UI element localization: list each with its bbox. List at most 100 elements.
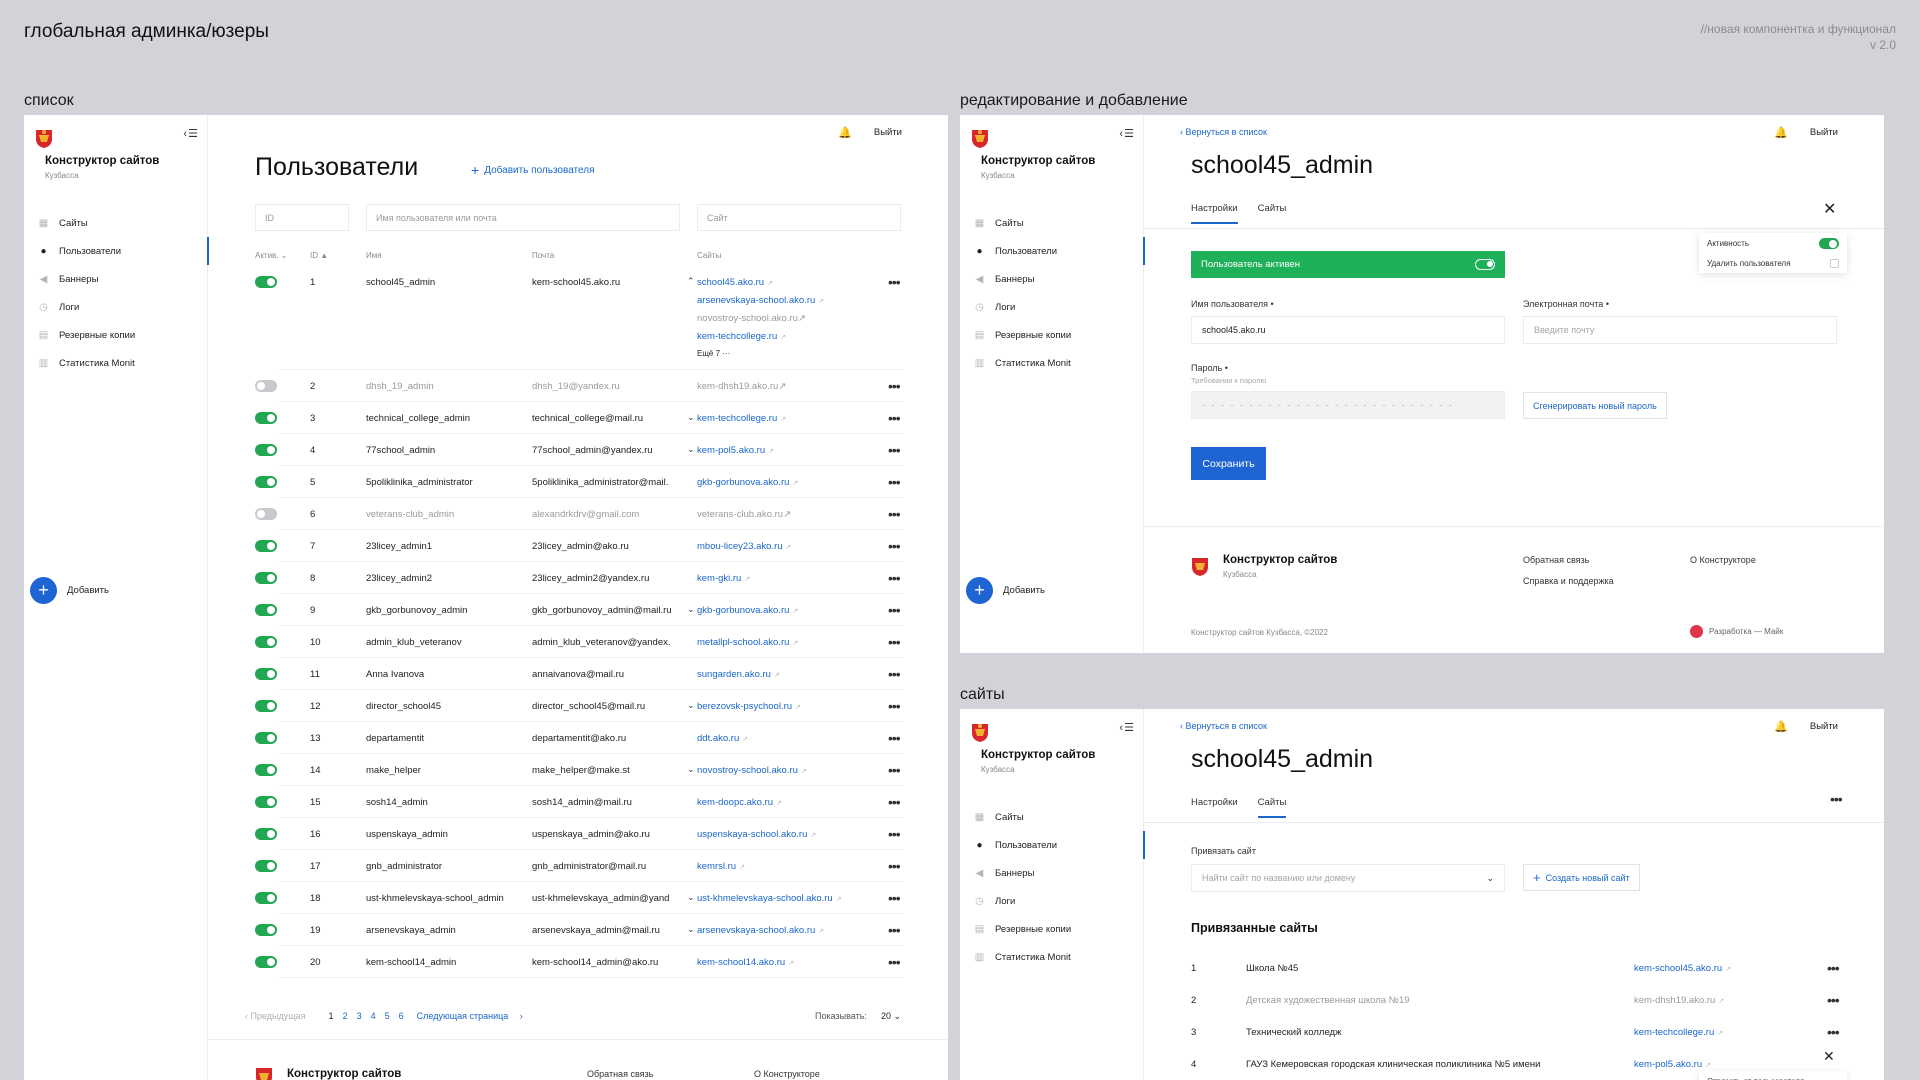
active-toggle[interactable] bbox=[255, 636, 277, 648]
active-toggle[interactable] bbox=[255, 444, 277, 456]
sidebar-item-users[interactable]: ● Пользователи bbox=[960, 831, 1145, 859]
footer-feedback-link[interactable]: Обратная связь bbox=[587, 1069, 653, 1079]
user-site-link[interactable]: novostroy-school.ako.ru↗ bbox=[697, 765, 857, 776]
active-toggle[interactable] bbox=[1475, 259, 1495, 270]
footer-feedback-link[interactable]: Обратная связь bbox=[1523, 555, 1589, 565]
bound-site-row[interactable]: 3 Технический колледж kem-techcollege.ru ↗ •… bbox=[1191, 1016, 1844, 1048]
page-1[interactable]: 1 bbox=[329, 1011, 334, 1021]
more-options-icon[interactable]: ••• bbox=[1830, 791, 1843, 807]
site-domain-link[interactable]: kem-techcollege.ru ↗ bbox=[1634, 1027, 1723, 1038]
table-row[interactable]: 11 Anna Ivanova annaivanova@mail.ru sungard… bbox=[24, 658, 948, 690]
row-menu-icon[interactable]: ••• bbox=[888, 538, 901, 554]
page-size-select[interactable]: 20 ⌄ bbox=[881, 1011, 901, 1022]
sidebar-item-banners[interactable]: ◀ Баннеры bbox=[960, 265, 1144, 293]
table-row[interactable]: 10 admin_klub_veteranov admin_klub_veteran… bbox=[24, 626, 948, 658]
user-site-link[interactable]: veterans-club.ako.ru↗ bbox=[697, 509, 857, 520]
row-menu-icon[interactable]: ••• bbox=[1827, 960, 1840, 976]
logout-button[interactable]: Выйти bbox=[1810, 127, 1838, 138]
popup-delete-row[interactable]: Удалить пользователя bbox=[1699, 253, 1847, 273]
active-toggle[interactable] bbox=[255, 924, 277, 936]
user-site-link[interactable]: berezovsk-psychool.ru ↗ bbox=[697, 701, 857, 712]
row-menu-icon[interactable]: ••• bbox=[888, 474, 901, 490]
footer-help-link[interactable]: Справка и поддержка bbox=[1523, 576, 1614, 586]
active-toggle[interactable] bbox=[255, 508, 277, 520]
column-active[interactable]: Актив. ⌄ bbox=[255, 251, 287, 260]
tab-sites[interactable]: Сайты bbox=[1257, 797, 1286, 818]
active-toggle[interactable] bbox=[255, 668, 277, 680]
row-menu-icon[interactable]: ••• bbox=[888, 602, 901, 618]
tab-settings[interactable]: Настройки bbox=[1191, 203, 1238, 224]
user-site-link[interactable]: uspenskaya-school.ako.ru ↗ bbox=[697, 829, 857, 840]
table-row[interactable]: 14 make_helper make_helper@make.st ⌄ novostr… bbox=[24, 754, 948, 786]
sidebar-item-logs[interactable]: ◷ Логи bbox=[960, 887, 1144, 915]
user-site-link[interactable]: kem-techcollege.ru ↗ bbox=[697, 331, 786, 342]
activity-toggle[interactable] bbox=[1819, 237, 1839, 249]
row-menu-icon[interactable]: ••• bbox=[888, 506, 901, 522]
table-row[interactable]: 12 director_school45 director_school45@mai… bbox=[24, 690, 948, 722]
tab-settings[interactable]: Настройки bbox=[1191, 797, 1238, 818]
chevron-up-icon[interactable]: ⌃ bbox=[687, 276, 695, 287]
collapse-sidebar-button[interactable]: ‹ ☰ bbox=[183, 127, 198, 140]
bell-icon[interactable]: 🔔 bbox=[838, 126, 852, 139]
active-toggle[interactable] bbox=[255, 604, 277, 616]
site-domain-link[interactable]: kem-school45.ako.ru ↗ bbox=[1634, 963, 1731, 974]
row-menu-icon[interactable]: ••• bbox=[888, 274, 901, 290]
delete-checkbox[interactable] bbox=[1830, 258, 1839, 268]
logout-button[interactable]: Выйти bbox=[874, 127, 902, 138]
user-site-link[interactable]: metallpl-school.ako.ru ↗ bbox=[697, 637, 857, 648]
footer-about-link[interactable]: О Конструкторе bbox=[1690, 555, 1756, 565]
row-menu-icon[interactable]: ••• bbox=[888, 954, 901, 970]
bound-site-row[interactable]: 2 Детская художественная школа №19 kem-dhs… bbox=[1191, 984, 1844, 1016]
page-4[interactable]: 4 bbox=[371, 1011, 376, 1021]
sidebar-item-users[interactable]: ● Пользователи bbox=[24, 237, 209, 265]
user-site-link[interactable]: mbou-licey23.ako.ru ↗ bbox=[697, 541, 857, 552]
column-sites[interactable]: Сайты bbox=[697, 251, 721, 260]
bind-site-select[interactable]: Найти сайт по названию или домену ⌄ bbox=[1191, 864, 1505, 892]
filter-name-input[interactable]: Имя пользователя или почта bbox=[366, 204, 680, 231]
table-row[interactable]: 6 veterans-club_admin alexandrkdrv@gmail.c… bbox=[24, 498, 948, 530]
active-toggle[interactable] bbox=[255, 732, 277, 744]
sidebar-item-monit[interactable]: ▥ Статистика Monit bbox=[960, 349, 1144, 377]
page-2[interactable]: 2 bbox=[343, 1011, 348, 1021]
row-menu-icon[interactable]: ••• bbox=[1827, 992, 1840, 1008]
row-menu-icon[interactable]: ••• bbox=[888, 666, 901, 682]
table-row[interactable]: 15 sosh14_admin sosh14_admin@mail.ru kem-do… bbox=[24, 786, 948, 818]
generate-password-button[interactable]: Сгенерировать новый пароль bbox=[1523, 392, 1667, 419]
row-menu-icon[interactable]: ••• bbox=[888, 890, 901, 906]
page-5[interactable]: 5 bbox=[385, 1011, 390, 1021]
sidebar-add-button[interactable]: + Добавить bbox=[966, 577, 1045, 604]
email-field[interactable]: Введите почту bbox=[1523, 316, 1837, 344]
footer-developer[interactable]: Разработка — Майк bbox=[1690, 625, 1783, 638]
bell-icon[interactable]: 🔔 bbox=[1774, 126, 1788, 139]
row-menu-icon[interactable]: ••• bbox=[888, 410, 901, 426]
unbind-user-option[interactable]: Отвязать от пользователя bbox=[1699, 1071, 1847, 1080]
row-menu-icon[interactable]: ••• bbox=[888, 762, 901, 778]
chevron-down-icon[interactable]: ⌄ bbox=[687, 604, 695, 615]
popup-activity-row[interactable]: Активность bbox=[1699, 233, 1847, 253]
user-site-link[interactable]: novostroy-school.ako.ru↗ bbox=[697, 313, 806, 324]
active-toggle[interactable] bbox=[255, 540, 277, 552]
more-sites-link[interactable]: Ещё 7 ··· bbox=[697, 349, 730, 358]
user-site-link[interactable]: kem-school14.ako.ru ↗ bbox=[697, 957, 857, 968]
user-site-link[interactable]: kemrsl.ru ↗ bbox=[697, 861, 857, 872]
table-row[interactable]: 9 gkb_gorbunovoy_admin gkb_gorbunovoy_admi… bbox=[24, 594, 948, 626]
active-toggle[interactable] bbox=[255, 892, 277, 904]
bell-icon[interactable]: 🔔 bbox=[1774, 720, 1788, 733]
table-row[interactable]: 2 dhsh_19_admin dhsh_19@yandex.ru kem-dhsh1… bbox=[24, 370, 948, 402]
collapse-sidebar-button[interactable]: ‹ ☰ bbox=[1119, 127, 1134, 140]
row-menu-icon[interactable]: ••• bbox=[888, 570, 901, 586]
add-user-link[interactable]: + Добавить пользователя bbox=[471, 162, 595, 178]
table-row[interactable]: 16 uspenskaya_admin uspenskaya_admin@ako.r… bbox=[24, 818, 948, 850]
active-toggle[interactable] bbox=[255, 956, 277, 968]
table-row[interactable]: 4 77school_admin 77school_admin@yandex.ru ⌄… bbox=[24, 434, 948, 466]
table-row[interactable]: 17 gnb_administrator gnb_administrator@mai… bbox=[24, 850, 948, 882]
chevron-down-icon[interactable]: ⌄ bbox=[687, 444, 695, 455]
sidebar-item-backups[interactable]: ▤ Резервные копии bbox=[960, 915, 1144, 943]
active-toggle[interactable] bbox=[255, 476, 277, 488]
user-site-link[interactable]: ust-khmelevskaya-school.ako.ru ↗ bbox=[697, 893, 857, 904]
row-menu-icon[interactable]: ••• bbox=[888, 922, 901, 938]
user-site-link[interactable]: kem-gki.ru ↗ bbox=[697, 573, 857, 584]
collapse-sidebar-button[interactable]: ‹ ☰ bbox=[1119, 721, 1134, 734]
user-site-link[interactable]: sungarden.ako.ru ↗ bbox=[697, 669, 857, 680]
bound-site-row[interactable]: 1 Школа №45 kem-school45.ako.ru ↗ ••• bbox=[1191, 952, 1844, 984]
